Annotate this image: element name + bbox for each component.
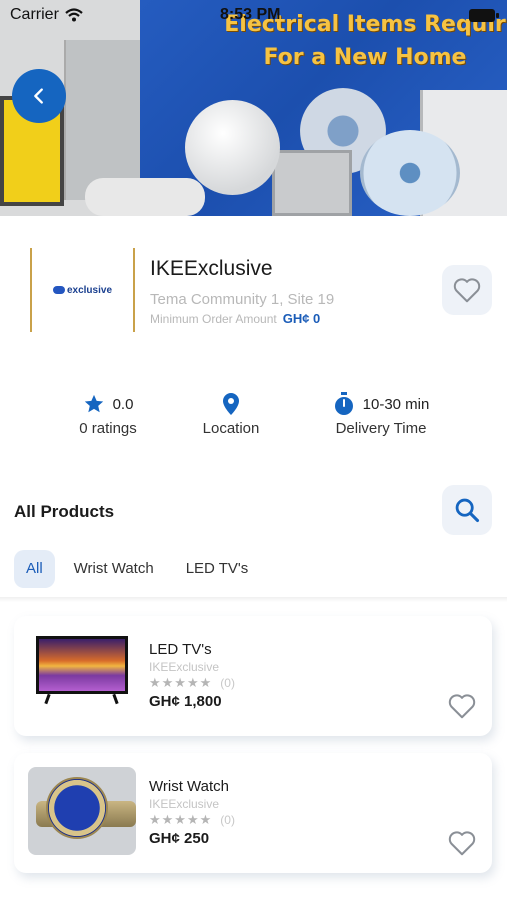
rating-label: 0 ratings [79,420,137,437]
tab-led-tvs[interactable]: LED TV's [173,550,262,588]
delivery-value: 10-30 min [362,395,430,413]
banner-headline-line2: For a New Home [263,45,467,70]
store-stats: 0.0 0 ratings Location 10-30 min Deliver… [0,392,507,442]
product-name: LED TV's [149,641,212,658]
status-bar: Carrier 8:53 PM [0,0,507,30]
tv-stand-left [44,693,51,705]
search-icon [455,498,480,523]
stopwatch-icon [334,392,353,415]
logo-mark-icon [52,286,65,294]
watch-face [46,777,108,839]
product-card[interactable]: LED TV's IKEExclusive ★★★★★ (0) GH¢ 1,80… [14,616,492,736]
wifi-icon [65,8,83,22]
back-button[interactable] [12,69,66,123]
product-rating: ★★★★★ (0) [149,675,235,691]
product-image-tv [28,630,136,718]
min-order-info: Minimum Order Amount GH¢ 0 [150,311,320,326]
rating-stat: 0.0 0 ratings [72,392,144,437]
category-tabs: All Wrist Watch LED TV's [14,550,267,588]
store-logo-text: exclusive [66,284,113,296]
carrier-indicator: Carrier [10,6,83,24]
store-info: exclusive IKEExclusive Tema Community 1,… [0,248,507,338]
location-stat-row [221,392,241,416]
banner-tile [64,40,140,200]
min-order-value: GH¢ 0 [282,311,321,326]
tv-screen [36,636,128,694]
store-address: Tema Community 1, Site 19 [150,291,335,308]
rating-stars-icon: ★★★★★ [149,675,213,690]
delivery-stat-row: 10-30 min [333,392,430,416]
location-label: Location [202,420,260,437]
tv-stand-right [112,693,119,705]
store-banner: Electrical Items Requir For a New Home [0,0,507,216]
rating-stat-row: 0.0 [83,392,134,416]
rating-value: 0.0 [112,395,134,413]
chevron-left-icon [34,88,43,104]
carrier-label: Carrier [10,6,59,23]
product-price: GH¢ 1,800 [149,693,222,710]
favorite-product-button[interactable] [446,829,478,859]
banner-bulb-image [185,100,280,195]
heart-icon [453,278,481,303]
review-count: (0) [220,813,235,827]
favorite-store-button[interactable] [442,265,492,315]
store-logo-mark: exclusive [52,284,113,296]
banner-fan2-image [360,130,460,216]
review-count: (0) [220,676,235,690]
search-products-button[interactable] [442,485,492,535]
product-card[interactable]: Wrist Watch IKEExclusive ★★★★★ (0) GH¢ 2… [14,753,492,873]
location-stat[interactable]: Location [196,392,266,437]
product-price: GH¢ 250 [149,830,210,847]
rating-stars-icon: ★★★★★ [149,812,213,827]
status-time: 8:53 PM [220,6,281,23]
product-rating: ★★★★★ (0) [149,812,235,828]
banner-camera-image [85,178,205,216]
delivery-label: Delivery Time [335,420,427,437]
tab-all[interactable]: All [14,550,55,588]
product-name: Wrist Watch [149,778,230,795]
favorite-product-button[interactable] [446,692,478,722]
tab-wrist-watch[interactable]: Wrist Watch [61,550,167,588]
product-shop: IKEExclusive [149,660,220,674]
heart-icon [448,831,476,856]
products-title: All Products [14,502,115,521]
tabs-divider [0,597,507,602]
min-order-label: Minimum Order Amount [150,312,277,326]
delivery-stat: 10-30 min Delivery Time [326,392,436,437]
product-image-watch [28,767,136,855]
store-logo: exclusive [30,248,135,332]
product-shop: IKEExclusive [149,797,220,811]
store-name: IKEExclusive [150,257,273,280]
heart-icon [448,694,476,719]
location-pin-icon [223,393,239,415]
banner-switch-image [272,150,352,216]
star-icon [84,394,103,413]
battery-icon [469,9,499,22]
